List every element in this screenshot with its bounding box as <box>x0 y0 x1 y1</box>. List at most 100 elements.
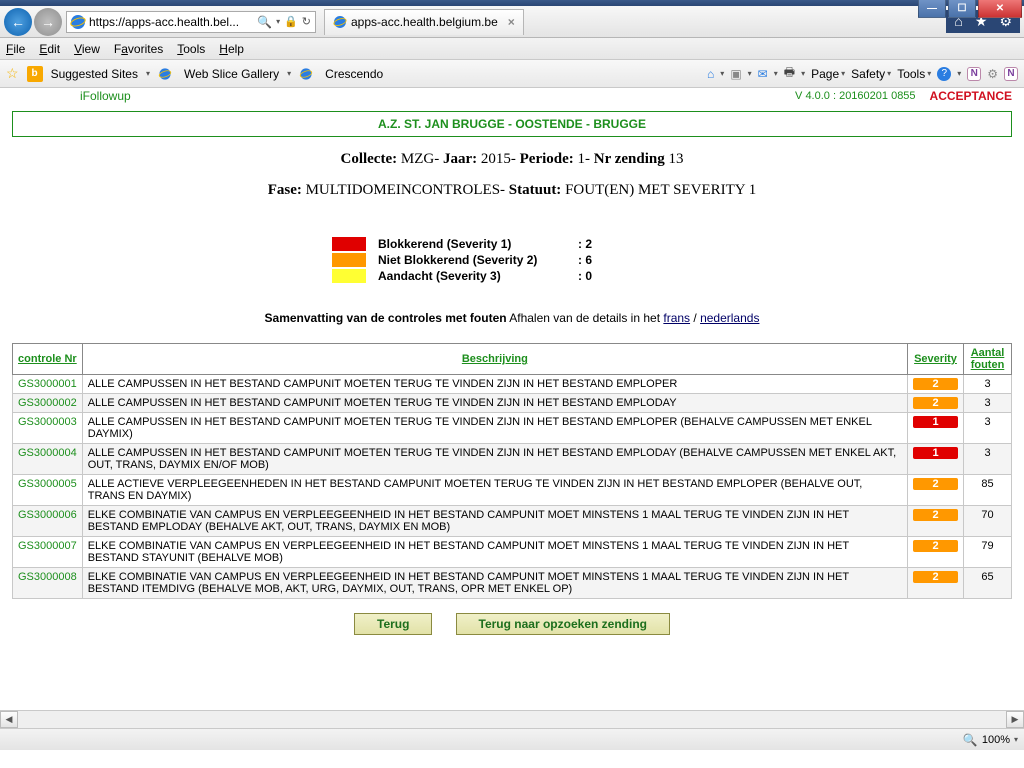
cell-aantal-fouten: 65 <box>964 568 1012 599</box>
table-row: GS3000002ALLE CAMPUSSEN IN HET BESTAND C… <box>13 394 1012 413</box>
tab-title: apps-acc.health.belgium.be <box>351 15 498 29</box>
onenote-icon[interactable]: N <box>967 67 981 81</box>
bing-icon[interactable]: b <box>27 66 43 82</box>
cell-beschrijving: ALLE CAMPUSSEN IN HET BESTAND CAMPUNIT M… <box>82 394 907 413</box>
zoom-dropdown-icon[interactable]: ▾ <box>1014 735 1018 744</box>
back-button[interactable]: ← <box>4 8 32 36</box>
errors-table: controle Nr Beschrijving Severity Aantal… <box>12 343 1012 599</box>
favorites-bar: ☆ b Suggested Sites ▾ Web Slice Gallery … <box>0 60 1024 88</box>
browser-tab[interactable]: apps-acc.health.belgium.be × <box>324 9 524 35</box>
col-controle-nr[interactable]: controle Nr <box>13 344 83 375</box>
onenote-linked-icon[interactable]: N <box>1004 67 1018 81</box>
refresh-icon[interactable]: ↻ <box>302 15 311 28</box>
table-row: GS3000006ELKE COMBINATIE VAN CAMPUS EN V… <box>13 506 1012 537</box>
browser-nav-bar: ← → https://apps-acc.health.bel... 🔍 ▾ 🔒… <box>0 6 1024 38</box>
home-icon[interactable]: ⌂ <box>707 67 714 81</box>
col-aantal-fouten[interactable]: Aantal fouten <box>964 344 1012 375</box>
window-close-button[interactable]: ✕ <box>978 0 1022 18</box>
safety-menu[interactable]: Safety ▾ <box>851 67 891 81</box>
version-label: V 4.0.0 : 20160201 0855 <box>795 90 916 102</box>
summary-download-line: Samenvatting van de controles met fouten… <box>12 311 1012 325</box>
dropdown-caret-icon[interactable]: ▾ <box>276 17 280 26</box>
cell-beschrijving: ALLE CAMPUSSEN IN HET BESTAND CAMPUNIT M… <box>82 375 907 394</box>
cell-controle-nr: GS3000007 <box>13 537 83 568</box>
cell-aantal-fouten: 85 <box>964 475 1012 506</box>
address-text: https://apps-acc.health.bel... <box>89 15 257 29</box>
cell-controle-nr: GS3000002 <box>13 394 83 413</box>
col-severity[interactable]: Severity <box>908 344 964 375</box>
cell-beschrijving: ALLE CAMPUSSEN IN HET BESTAND CAMPUNIT M… <box>82 444 907 475</box>
menu-edit[interactable]: Edit <box>39 42 60 56</box>
cell-aantal-fouten: 3 <box>964 375 1012 394</box>
scroll-right-icon[interactable]: ▶ <box>1006 711 1024 728</box>
col-beschrijving[interactable]: Beschrijving <box>82 344 907 375</box>
zoom-level: 100% <box>982 734 1010 746</box>
help-icon[interactable]: ? <box>937 67 951 81</box>
cell-aantal-fouten: 79 <box>964 537 1012 568</box>
table-row: GS3000005ALLE ACTIEVE VERPLEEGEENHEDEN I… <box>13 475 1012 506</box>
table-row: GS3000004ALLE CAMPUSSEN IN HET BESTAND C… <box>13 444 1012 475</box>
page-menu[interactable]: Page ▾ <box>811 67 845 81</box>
feed-icon[interactable]: ▣ <box>730 67 741 81</box>
web-slice-link[interactable]: Web Slice Gallery <box>184 67 279 81</box>
cell-severity: 2 <box>908 506 964 537</box>
table-row: GS3000003ALLE CAMPUSSEN IN HET BESTAND C… <box>13 413 1012 444</box>
menu-tools[interactable]: Tools <box>177 42 205 56</box>
tools-menu[interactable]: Tools ▾ <box>897 67 931 81</box>
menu-file[interactable]: File <box>6 42 25 56</box>
horizontal-scrollbar[interactable]: ◀ ▶ <box>0 710 1024 728</box>
print-icon[interactable]: 🖶 <box>784 63 795 84</box>
window-maximize-button[interactable]: ☐ <box>948 0 976 18</box>
severity2-swatch <box>332 253 366 267</box>
terug-button[interactable]: Terug <box>354 613 432 635</box>
severity3-swatch <box>332 269 366 283</box>
crescendo-link[interactable]: Crescendo <box>325 67 383 81</box>
window-minimize-button[interactable]: — <box>918 0 946 18</box>
cell-beschrijving: ELKE COMBINATIE VAN CAMPUS EN VERPLEEGEE… <box>82 537 907 568</box>
hospital-banner: A.Z. ST. JAN BRUGGE - OOSTENDE - BRUGGE <box>12 111 1012 137</box>
download-dutch-link[interactable]: nederlands <box>700 311 759 325</box>
cell-severity: 2 <box>908 394 964 413</box>
ie-icon <box>334 16 346 28</box>
forward-button[interactable]: → <box>34 8 62 36</box>
cell-controle-nr: GS3000005 <box>13 475 83 506</box>
menu-favorites[interactable]: Favorites <box>114 42 163 56</box>
window-titlebar: — ☐ ✕ <box>0 0 1024 6</box>
add-favorite-icon[interactable]: ☆ <box>6 65 19 82</box>
ie-icon <box>301 68 312 79</box>
ie-icon <box>159 68 170 79</box>
suggested-sites-link[interactable]: Suggested Sites <box>51 67 138 81</box>
scroll-left-icon[interactable]: ◀ <box>0 711 18 728</box>
table-row: GS3000008ELKE COMBINATIE VAN CAMPUS EN V… <box>13 568 1012 599</box>
cell-severity: 2 <box>908 568 964 599</box>
menu-bar: File Edit View Favorites Tools Help <box>0 38 1024 60</box>
cell-beschrijving: ELKE COMBINATIE VAN CAMPUS EN VERPLEEGEE… <box>82 568 907 599</box>
dropdown-caret-icon[interactable]: ▾ <box>146 69 150 78</box>
meta-info: Collecte: MZG- Jaar: 2015- Periode: 1- N… <box>12 151 1012 199</box>
menu-view[interactable]: View <box>74 42 100 56</box>
page-content: iFollowup V 4.0.0 : 20160201 0855 ACCEPT… <box>0 88 1024 657</box>
mail-icon[interactable]: ✉ <box>758 67 768 81</box>
address-bar[interactable]: https://apps-acc.health.bel... 🔍 ▾ 🔒 ↻ <box>66 11 316 33</box>
cell-severity: 2 <box>908 375 964 394</box>
terug-opzoeken-button[interactable]: Terug naar opzoeken zending <box>456 613 670 635</box>
gear-icon[interactable]: ⚙ <box>987 67 998 81</box>
cell-severity: 2 <box>908 475 964 506</box>
table-row: GS3000007ELKE COMBINATIE VAN CAMPUS EN V… <box>13 537 1012 568</box>
zoom-icon[interactable]: 🔍 <box>963 733 978 747</box>
cell-aantal-fouten: 3 <box>964 394 1012 413</box>
ie-icon <box>71 15 85 29</box>
cell-aantal-fouten: 70 <box>964 506 1012 537</box>
cell-controle-nr: GS3000008 <box>13 568 83 599</box>
tab-close-icon[interactable]: × <box>508 15 515 29</box>
search-icon[interactable]: 🔍 <box>257 15 272 29</box>
environment-label: ACCEPTANCE <box>930 89 1012 103</box>
lock-icon: 🔒 <box>284 15 298 28</box>
table-row: GS3000001ALLE CAMPUSSEN IN HET BESTAND C… <box>13 375 1012 394</box>
menu-help[interactable]: Help <box>219 42 244 56</box>
cell-aantal-fouten: 3 <box>964 444 1012 475</box>
app-name: iFollowup <box>80 89 131 103</box>
download-french-link[interactable]: frans <box>663 311 690 325</box>
dropdown-caret-icon[interactable]: ▾ <box>287 69 291 78</box>
cell-beschrijving: ALLE ACTIEVE VERPLEEGEENHEDEN IN HET BES… <box>82 475 907 506</box>
